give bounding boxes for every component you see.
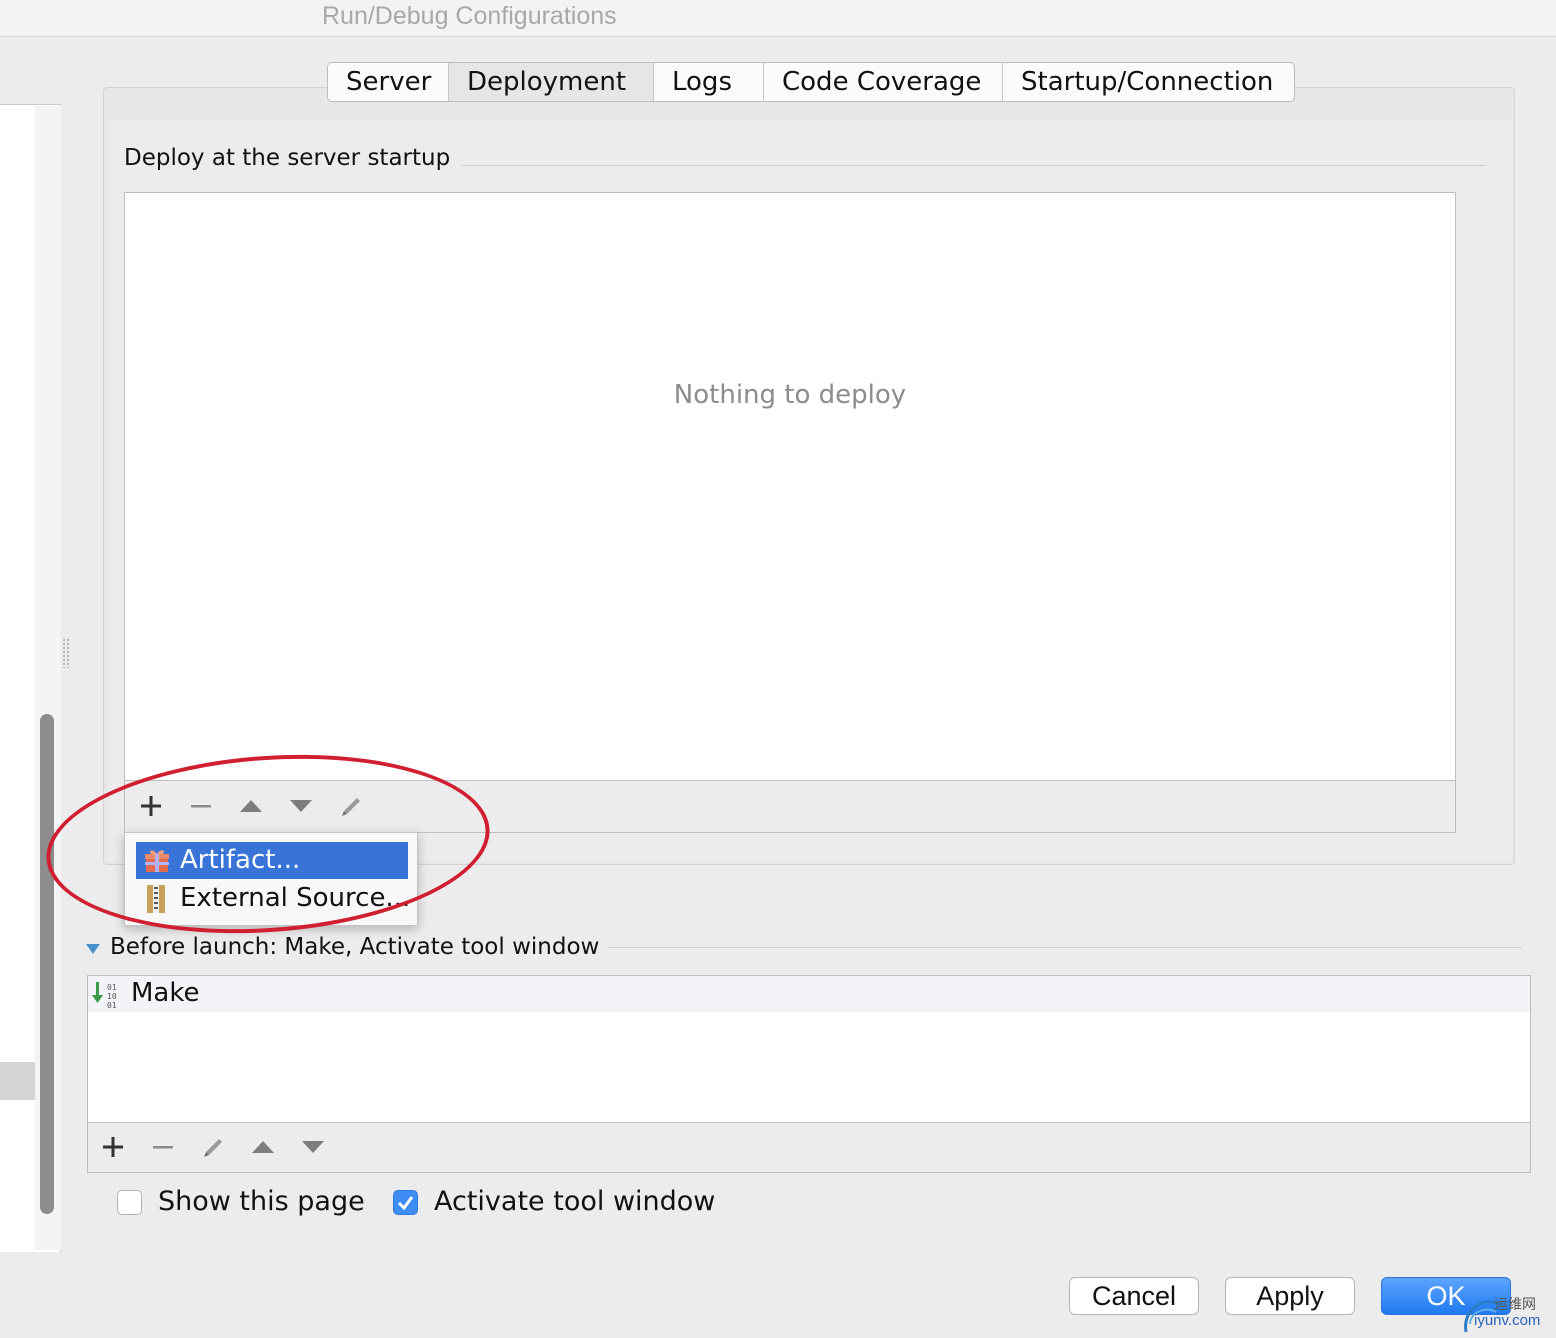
deploy-add-button[interactable] bbox=[134, 789, 168, 823]
splitter-handle[interactable] bbox=[62, 638, 70, 668]
deploy-empty-text: Nothing to deploy bbox=[673, 380, 907, 410]
move-down-icon bbox=[290, 800, 312, 812]
move-up-icon bbox=[240, 800, 262, 812]
watermark-url-text: iyunv.com bbox=[1474, 1312, 1541, 1329]
menu-item-external-source[interactable]: External Source... bbox=[136, 880, 411, 917]
show-this-page-label[interactable]: Show this page bbox=[158, 1186, 365, 1217]
tab-bar: Server Deployment Logs Code Coverage Sta… bbox=[327, 62, 1295, 102]
before-launch-edit-button[interactable] bbox=[196, 1130, 230, 1164]
tab-code-coverage[interactable]: Code Coverage bbox=[764, 63, 1003, 101]
before-launch-add-button[interactable] bbox=[96, 1130, 130, 1164]
svg-text:10: 10 bbox=[107, 992, 117, 1001]
archive-zip-icon bbox=[147, 885, 165, 913]
deploy-edit-button[interactable] bbox=[334, 789, 368, 823]
tab-server[interactable]: Server bbox=[328, 63, 449, 101]
deploy-move-down-button[interactable] bbox=[284, 789, 318, 823]
plus-icon bbox=[141, 796, 161, 816]
before-launch-move-down-button[interactable] bbox=[296, 1130, 330, 1164]
before-launch-move-up-button[interactable] bbox=[246, 1130, 280, 1164]
title-bar bbox=[0, 0, 1556, 37]
deploy-section-title: Deploy at the server startup bbox=[124, 145, 451, 171]
list-item[interactable] bbox=[88, 976, 1530, 1012]
pencil-icon bbox=[204, 1139, 222, 1157]
before-launch-title: Before launch: Make, Activate tool windo… bbox=[110, 934, 600, 960]
make-build-icon: 01 10 01 bbox=[92, 982, 117, 1010]
before-launch-collapse-arrow[interactable] bbox=[86, 944, 100, 954]
svg-text:01: 01 bbox=[107, 1001, 117, 1010]
configuration-tree-scroll-thumb[interactable] bbox=[40, 714, 54, 1214]
deploy-toolbar bbox=[124, 780, 1456, 833]
watermark-cn-text: 运维网 bbox=[1494, 1297, 1536, 1313]
apply-button[interactable]: Apply bbox=[1225, 1277, 1355, 1315]
plus-icon bbox=[103, 1137, 123, 1157]
tab-deployment[interactable]: Deployment bbox=[449, 63, 654, 101]
tab-logs[interactable]: Logs bbox=[654, 63, 764, 101]
show-this-page-checkbox[interactable] bbox=[117, 1190, 142, 1215]
deploy-list[interactable] bbox=[124, 192, 1456, 781]
window-title: Run/Debug Configurations bbox=[322, 2, 617, 30]
menu-item-artifact-label: Artifact... bbox=[180, 845, 301, 875]
pencil-icon bbox=[342, 798, 360, 816]
menu-item-artifact[interactable]: Artifact... bbox=[136, 842, 408, 879]
move-down-icon bbox=[302, 1141, 324, 1153]
activate-tool-window-label[interactable]: Activate tool window bbox=[434, 1186, 715, 1217]
minus-icon bbox=[153, 1146, 173, 1149]
deploy-section-separator bbox=[462, 165, 1486, 166]
before-launch-remove-button[interactable] bbox=[146, 1130, 180, 1164]
move-up-icon bbox=[252, 1141, 274, 1153]
minus-icon bbox=[191, 805, 211, 808]
before-launch-separator bbox=[608, 947, 1522, 948]
svg-text:01: 01 bbox=[107, 983, 117, 992]
checkmark-icon bbox=[397, 1196, 414, 1211]
tab-startup-connection[interactable]: Startup/Connection bbox=[1003, 63, 1294, 101]
deploy-move-up-button[interactable] bbox=[234, 789, 268, 823]
configuration-tree-selected-row[interactable] bbox=[0, 1062, 35, 1100]
artifact-gift-icon bbox=[145, 850, 169, 872]
before-launch-toolbar bbox=[87, 1122, 1531, 1173]
deploy-remove-button[interactable] bbox=[184, 789, 218, 823]
menu-item-external-source-label: External Source... bbox=[180, 883, 411, 913]
before-launch-item-label: Make bbox=[131, 978, 200, 1008]
activate-tool-window-checkbox[interactable] bbox=[393, 1190, 418, 1215]
cancel-button[interactable]: Cancel bbox=[1069, 1277, 1199, 1315]
